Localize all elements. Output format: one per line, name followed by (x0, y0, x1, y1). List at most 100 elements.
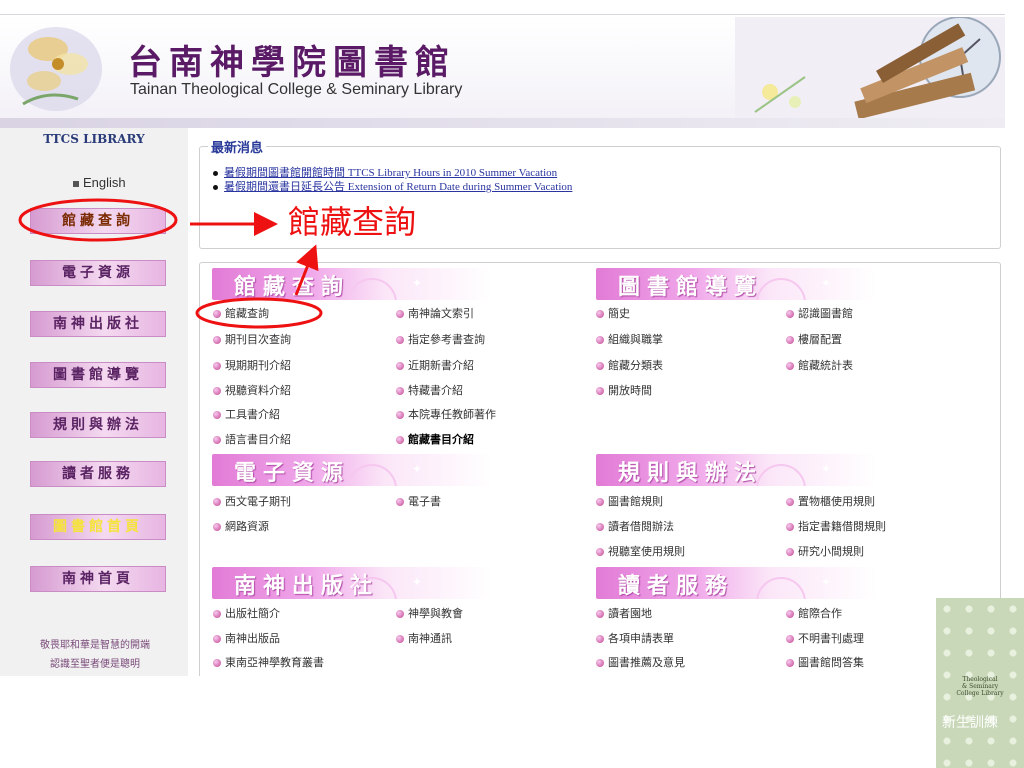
link-recommendations[interactable]: 圖書推薦及意見 (596, 656, 685, 670)
link-current-journals[interactable]: 現期期刊介紹 (213, 359, 291, 373)
link-label: 網路資源 (225, 520, 269, 533)
bullet-icon (396, 436, 404, 444)
link-forms[interactable]: 各項申請表單 (596, 632, 674, 646)
sidebar-item-service[interactable]: 讀者服務 (30, 461, 166, 487)
link-label: 研究小間規則 (798, 545, 864, 558)
bullet-icon (596, 610, 604, 618)
link-label: 館藏統計表 (798, 359, 853, 372)
ring-decoration-icon (347, 464, 397, 486)
link-newsletter[interactable]: 南神通訊 (396, 632, 452, 646)
link-reserve-borrow-rules[interactable]: 指定書籍借閱規則 (786, 520, 886, 534)
link-label: 本院專任教師著作 (408, 408, 496, 421)
sparkle-icon: ✦ (412, 462, 423, 476)
link-label: 認識圖書館 (798, 307, 853, 320)
link-study-room-rules[interactable]: 研究小間規則 (786, 545, 864, 559)
link-theology-church[interactable]: 神學與教會 (396, 607, 463, 621)
link-library-rules[interactable]: 圖書館規則 (596, 495, 663, 509)
sidebar-item-press[interactable]: 南神出版社 (30, 311, 166, 337)
sidebar-item-eresources[interactable]: 電子資源 (30, 260, 166, 286)
link-label: 樓層配置 (798, 333, 842, 346)
bullet-icon (786, 498, 794, 506)
sidebar-item-college-home[interactable]: 南神首頁 (30, 566, 166, 592)
link-av-materials[interactable]: 視聽資料介紹 (213, 384, 291, 398)
sidebar-item-guide[interactable]: 圖書館導覽 (30, 362, 166, 388)
link-statistics[interactable]: 館藏統計表 (786, 359, 853, 373)
link-label: 館藏查詢 (225, 307, 269, 320)
link-press-publications[interactable]: 南神出版品 (213, 632, 280, 646)
link-reserve-books[interactable]: 指定參考書查詢 (396, 333, 485, 347)
link-label: 館際合作 (798, 607, 842, 620)
link-language-books[interactable]: 語言書目介紹 (213, 433, 291, 447)
bullet-icon (213, 362, 221, 370)
bullet-icon (786, 635, 794, 643)
link-collection-search[interactable]: 館藏查詢 (213, 307, 269, 321)
link-classification[interactable]: 館藏分類表 (596, 359, 663, 373)
link-label: 神學與教會 (408, 607, 463, 620)
link-label: 南神論文索引 (408, 307, 474, 320)
ring-decoration-icon (347, 278, 397, 300)
section-banner-service: 讀者服務 ✦ (596, 567, 876, 599)
ring-decoration-icon (756, 577, 806, 599)
link-opening-hours[interactable]: 開放時間 (596, 384, 652, 398)
sidebar-item-rules[interactable]: 規則與辦法 (30, 412, 166, 438)
bullet-icon (596, 310, 604, 318)
section-banner-guide: 圖書館導覽 ✦ (596, 268, 876, 300)
link-label: 指定參考書查詢 (408, 333, 485, 346)
link-web-resources[interactable]: 網路資源 (213, 520, 269, 534)
link-about-library[interactable]: 認識圖書館 (786, 307, 853, 321)
bullet-icon (396, 336, 404, 344)
orientation-label: 新生訓練 (942, 715, 998, 731)
bullet-icon (596, 659, 604, 667)
news-heading: 最新消息 (208, 137, 267, 156)
link-label: 開放時間 (608, 384, 652, 397)
link-history[interactable]: 簡史 (596, 307, 630, 321)
link-organization[interactable]: 組織與職掌 (596, 333, 663, 347)
link-label: 組織與職掌 (608, 333, 663, 346)
link-western-ejournals[interactable]: 西文電子期刊 (213, 495, 291, 509)
annotation-label: 館藏查詢 (288, 203, 417, 241)
bullet-icon (213, 184, 218, 190)
link-floor-plan[interactable]: 樓層配置 (786, 333, 842, 347)
link-av-room-rules[interactable]: 視聽室使用規則 (596, 545, 685, 559)
bullet-icon (396, 610, 404, 618)
bullet-icon (213, 411, 221, 419)
link-interlibrary-loan[interactable]: 館際合作 (786, 607, 842, 621)
bullet-icon (396, 362, 404, 370)
screenshot: 台南神學院圖書館 Tainan Theological College & Se… (0, 0, 1005, 676)
news-item-return-date[interactable]: 暑假期間還書日延長公告 Extension of Return Date dur… (213, 178, 572, 194)
link-label: 館藏分類表 (608, 359, 663, 372)
bullet-icon (396, 387, 404, 395)
link-sea-series[interactable]: 東南亞神學教育叢書 (213, 656, 324, 670)
link-ebooks[interactable]: 電子書 (396, 495, 441, 509)
link-label: 南神出版品 (225, 632, 280, 645)
sidebar-item-library-home[interactable]: 圖書館首頁 (30, 514, 166, 540)
link-borrowing-rules[interactable]: 讀者借閱辦法 (596, 520, 674, 534)
section-title: 規則與辦法 (618, 461, 764, 486)
link-journal-toc[interactable]: 期刊目次查詢 (213, 333, 291, 347)
library-title-en: Tainan Theological College & Seminary Li… (130, 81, 463, 98)
link-reference-books[interactable]: 工具書介紹 (213, 408, 280, 422)
link-unknown-items[interactable]: 不明書刊處理 (786, 632, 864, 646)
section-banner-eresources: 電子資源 ✦ (212, 454, 492, 486)
link-thesis-index[interactable]: 南神論文索引 (396, 307, 474, 321)
link-faq[interactable]: 圖書館問答集 (786, 656, 864, 670)
bullet-icon (213, 635, 221, 643)
square-bullet-icon (73, 180, 79, 187)
link-press-intro[interactable]: 出版社簡介 (213, 607, 280, 621)
sidebar-motto: 敬畏耶和華是智慧的開端 認識至聖者便是聰明 (20, 636, 170, 674)
flower-logo-icon (10, 27, 102, 111)
link-readers-corner[interactable]: 讀者園地 (596, 607, 652, 621)
corner-small-line: & Seminary (961, 683, 999, 690)
sparkle-icon: ✦ (412, 575, 423, 589)
link-special-collection[interactable]: 特藏書介紹 (396, 384, 463, 398)
link-label: 近期新書介紹 (408, 359, 474, 372)
link-catalog-intro[interactable]: 館藏書目介紹 (396, 433, 474, 447)
link-new-books[interactable]: 近期新書介紹 (396, 359, 474, 373)
sidebar-item-collection[interactable]: 館藏查詢 (30, 208, 166, 234)
english-link[interactable]: English (73, 175, 126, 190)
link-label: 館藏書目介紹 (408, 433, 474, 446)
bullet-icon (786, 336, 794, 344)
link-faculty-works[interactable]: 本院專任教師著作 (396, 408, 496, 422)
link-locker-rules[interactable]: 置物櫃使用規則 (786, 495, 875, 509)
corner-library-logo: Theological & Seminary College Library (940, 676, 1020, 697)
